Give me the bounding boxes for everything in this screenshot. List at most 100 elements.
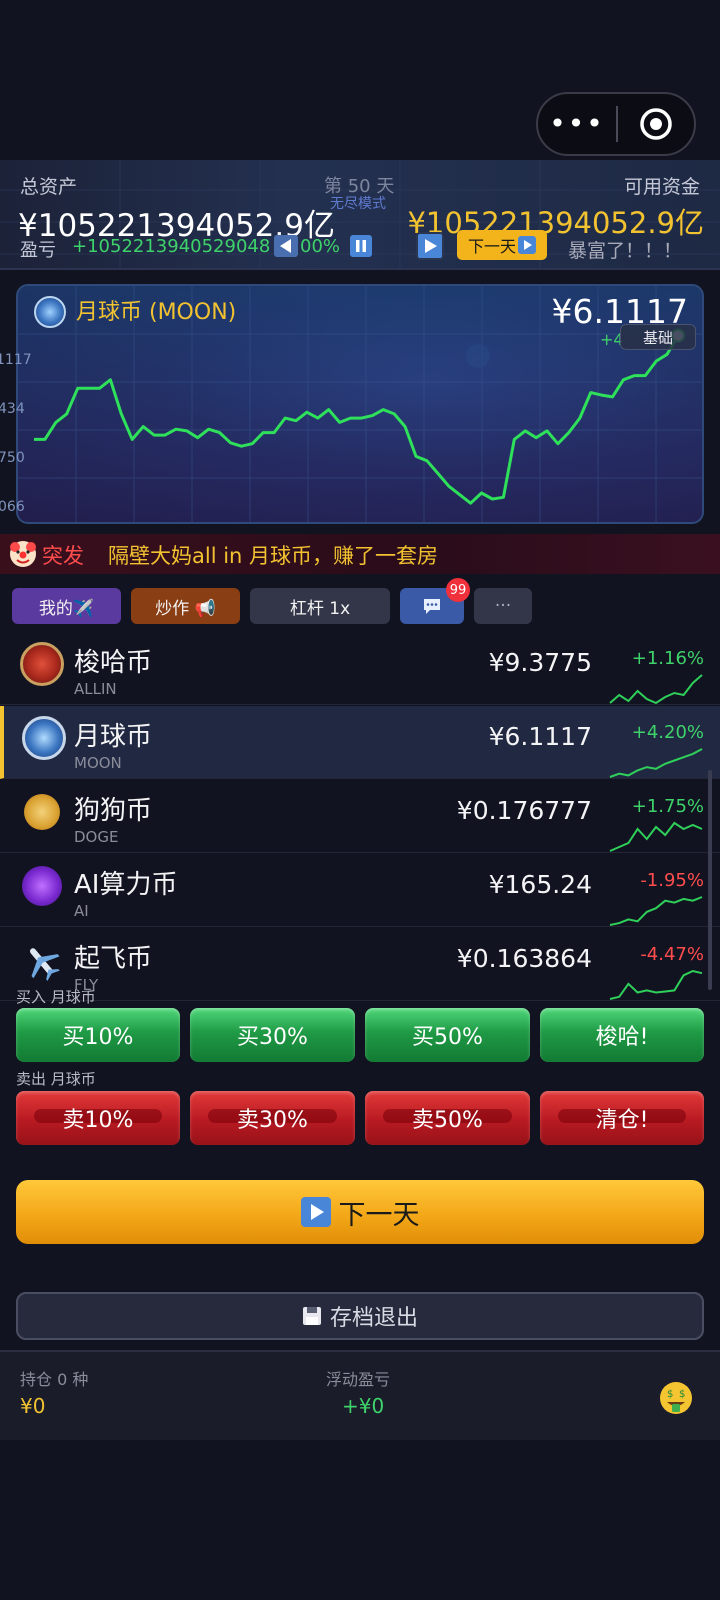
sell-10-button[interactable]: 卖10% [16,1091,180,1145]
airplane-icon [30,948,60,981]
coin-name: 月球币 [74,722,153,752]
buy-50-button[interactable]: 买50% [365,1008,530,1062]
bitcoin-watermark-icon [466,344,490,368]
coin-sparkline [609,896,703,926]
pause-icon[interactable] [350,235,372,257]
play-icon [300,1197,331,1227]
more-tabs-button[interactable]: ··· [474,588,532,624]
sell-30-label: 卖30% [237,1108,308,1133]
sparkline-path [609,674,703,705]
coin-change: +1.16% [631,648,704,669]
target-icon [640,108,672,140]
coin-symbol: AI [74,902,89,920]
buy-30-button[interactable]: 买30% [190,1008,355,1062]
coin-name: 起飞币 [74,944,153,974]
pnl-percent: 00% [300,236,341,257]
endless-mode-label: 无尽模式 [330,196,386,212]
coin-row-doge[interactable]: 狗狗币 DOGE ¥0.176777 +1.75% [0,780,720,853]
close-miniprogram-button[interactable] [618,107,694,141]
tab-mine[interactable]: 我的✈️ [12,588,121,624]
floating-pnl-label: 浮动盈亏 [326,1370,391,1389]
sparkline-path [609,969,703,1000]
next-day-button[interactable]: 下一天 [16,1180,704,1244]
base-mode-button[interactable]: 基础 [620,324,696,350]
doge-coin-icon [24,794,60,830]
tab-hype[interactable]: 炒作 📢 [131,588,240,624]
next-day-small-button[interactable]: 下一天 [457,230,547,260]
play-button[interactable] [416,232,444,260]
coin-row-ai[interactable]: AI算力币 AI ¥165.24 -1.95% [0,854,720,927]
next-day-label: 下一天 [338,1199,420,1231]
all-in-button[interactable]: 梭哈! [540,1008,704,1062]
coin-name: 狗狗币 [74,796,153,826]
coin-change: -1.95% [640,870,704,891]
list-scrollbar[interactable] [708,770,712,990]
news-ticker[interactable]: 突发 隔壁大妈all in 月球币，赚了一套房 [0,534,720,574]
chart-title: 月球币 (MOON) [76,300,237,325]
ticker-text: 隔壁大妈all in 月球币，赚了一套房 [108,544,439,568]
svg-text:$: $ [667,1389,673,1400]
coin-price: ¥9.3775 [488,648,592,677]
coin-symbol: ALLIN [74,680,117,698]
coin-symbol: DOGE [74,828,119,846]
ai-coin-icon [22,866,62,906]
save-exit-button[interactable]: 存档退出 [16,1292,704,1340]
position-footer: 持仓 0 种 ¥0 浮动盈亏 +¥0 $ $ [0,1350,720,1440]
clear-position-label: 清仓! [595,1108,649,1133]
sell-30-button[interactable]: 卖30% [190,1091,355,1145]
rewind-icon[interactable] [274,235,298,257]
clear-position-button[interactable]: 清仓! [540,1091,704,1145]
coin-row-allin[interactable]: 梭哈币 ALLIN ¥9.3775 +1.16% [0,632,720,705]
sell-50-label: 卖50% [412,1108,483,1133]
money-face-icon: $ $ [660,1382,692,1414]
asset-header: 总资产 第 50 天 无尽模式 可用资金 ¥105221394052.9亿 ¥1… [0,160,720,270]
coin-price: ¥0.176777 [456,796,592,825]
y-tick-label: 750 [0,450,25,466]
available-funds-label: 可用资金 [623,176,700,198]
chat-bubble-icon [424,599,440,614]
price-chart[interactable]: 月球币 (MOON) ¥6.1117 +4 基础 [16,284,704,524]
sell-10-label: 卖10% [62,1108,134,1133]
total-assets-label: 总资产 [20,176,78,198]
moon-coin-icon [22,716,66,760]
floating-pnl-value: +¥0 [342,1394,385,1418]
clown-face-icon [10,541,36,567]
breaking-tag: 突发 [42,544,84,568]
tab-leverage[interactable]: 杠杆 1x [250,588,390,624]
miniprogram-capsule: ••• [536,92,696,156]
pnl-value: +1052213940529048 [72,236,271,257]
coin-price: ¥0.163864 [456,944,592,973]
sell-section-title: 卖出 月球币 [16,1070,96,1088]
sparkline-path [609,748,703,778]
coin-row-moon[interactable]: 月球币 MOON ¥6.1117 +4.20% [0,706,720,779]
sell-50-button[interactable]: 卖50% [365,1091,530,1145]
y-tick-label: 066 [0,499,25,515]
sparkline-path [609,821,703,852]
coin-name: 梭哈币 [74,648,153,678]
coin-list[interactable]: 梭哈币 ALLIN ¥9.3775 +1.16% 月球币 MOON ¥6.111… [0,632,720,1002]
coin-sparkline [609,969,703,1000]
buy-10-button[interactable]: 买10% [16,1008,180,1062]
y-tick-label: 434 [0,401,25,417]
moon-coin-icon [34,296,66,328]
holding-value: ¥0 [20,1394,46,1418]
next-day-small-label: 下一天 [467,237,516,256]
save-exit-label: 存档退出 [329,1306,418,1331]
allin-coin-icon [20,642,64,686]
svg-text:$: $ [679,1389,685,1400]
coin-sparkline [609,674,703,705]
coin-name: AI算力币 [74,870,178,900]
coin-sparkline [609,821,703,852]
pnl-label: 盈亏 [20,240,56,261]
coin-change: +1.75% [631,796,704,817]
chat-badge: 99 [446,578,470,602]
coin-change: -4.47% [640,944,704,965]
coin-row-fly[interactable]: 起飞币 FLY ¥0.163864 -4.47% [0,928,720,1001]
y-tick-label: 1117 [0,352,32,368]
more-menu-button[interactable]: ••• [538,94,616,154]
coin-price: ¥6.1117 [488,722,592,751]
coin-symbol: MOON [74,754,122,772]
floppy-disk-icon [302,1307,321,1325]
coin-change: +4.20% [631,722,704,743]
play-icon [518,236,536,254]
